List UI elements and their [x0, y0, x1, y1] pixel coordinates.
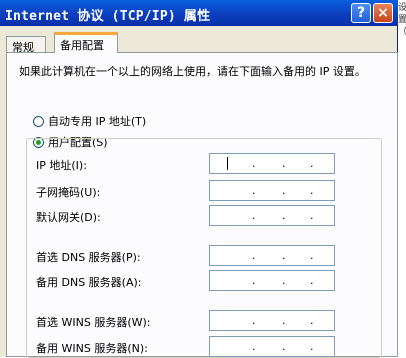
description-text: 如果此计算机在一个以上的网络上使用，请在下面输入备用的 IP 设置。 [19, 65, 366, 78]
ip-separator: . [252, 249, 256, 262]
ip-address-label: IP 地址(I): [36, 159, 87, 172]
ip-separator: . [310, 249, 314, 262]
tab-alternate-configuration[interactable]: 备用配置 [54, 32, 118, 53]
ip-separator: . [252, 184, 256, 197]
auto-private-ip-label: 自动专用 IP 地址(T) [48, 115, 147, 128]
preferred-dns-field[interactable]: . . . [209, 245, 335, 266]
auto-private-ip-option[interactable]: 自动专用 IP 地址(T) [33, 113, 146, 129]
default-gateway-label: 默认网关(D): [36, 211, 101, 224]
help-icon: ? [356, 5, 366, 21]
default-gateway-field[interactable]: . . . [209, 205, 335, 226]
ip-separator: . [252, 274, 256, 287]
ip-separator: . [282, 314, 286, 327]
preferred-wins-label: 首选 WINS 服务器(W): [36, 316, 151, 329]
background-text: （ [398, 24, 406, 37]
ip-separator: . [282, 340, 286, 353]
ip-separator: . [310, 274, 314, 287]
ip-separator: . [282, 249, 286, 262]
preferred-dns-label: 首选 DNS 服务器(P): [36, 251, 141, 264]
ip-separator: . [310, 314, 314, 327]
alternate-wins-label: 备用 WINS 服务器(N): [36, 342, 148, 355]
ip-separator: . [310, 157, 314, 170]
ip-separator: . [252, 314, 256, 327]
ip-separator: . [282, 274, 286, 287]
subnet-mask-label: 子网掩码(U): [36, 186, 101, 199]
alternate-wins-field[interactable]: . . . [209, 336, 335, 357]
ip-separator: . [282, 157, 286, 170]
ip-separator: . [310, 209, 314, 222]
background-window-edge: 设 置 （ [398, 0, 406, 357]
alternate-dns-field[interactable]: . . . [209, 270, 335, 291]
preferred-wins-field[interactable]: . . . [209, 310, 335, 331]
text-caret [227, 157, 228, 170]
tab-general[interactable]: 常规 [6, 36, 46, 54]
alternate-dns-label: 备用 DNS 服务器(A): [36, 276, 142, 289]
ip-separator: . [252, 157, 256, 170]
ip-separator: . [310, 184, 314, 197]
ip-separator: . [282, 209, 286, 222]
subnet-mask-field[interactable]: . . . [209, 180, 335, 201]
close-button[interactable]: × [373, 3, 393, 23]
help-button[interactable]: ? [351, 3, 371, 23]
ip-separator: . [310, 340, 314, 353]
ip-separator: . [282, 184, 286, 197]
ip-separator: . [252, 340, 256, 353]
auto-private-ip-radio[interactable] [33, 115, 44, 127]
ip-address-field[interactable]: . . . [209, 153, 335, 174]
title-bar[interactable]: Internet 协议 (TCP/IP) 属性 ? × [0, 0, 398, 26]
tcpip-properties-dialog: Internet 协议 (TCP/IP) 属性 ? × 常规 备用配置 如果此计… [0, 0, 398, 358]
window-title: Internet 协议 (TCP/IP) 属性 [5, 9, 211, 24]
ip-separator: . [252, 209, 256, 222]
close-icon: × [377, 5, 389, 21]
